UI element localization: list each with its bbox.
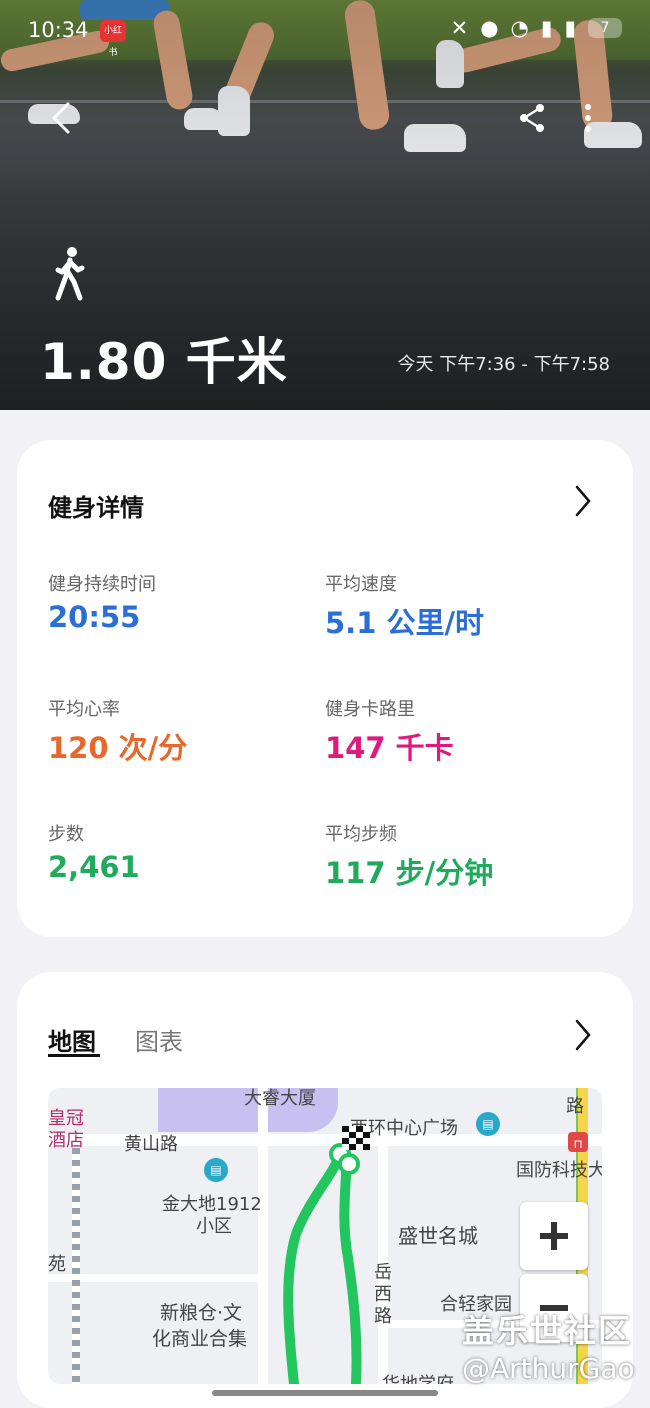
avg-speed-value: 5.1 公里/时 — [325, 606, 485, 640]
back-arrow-icon[interactable] — [48, 100, 78, 136]
status-bar: 10:34 小红书 ✕ ● ◔ ▮ ▮ 7 — [28, 16, 622, 58]
watermark-author: @ArthurGao — [462, 1352, 635, 1385]
wifi-icon: ◔ — [510, 16, 529, 40]
signal-icon: ▮ — [540, 16, 553, 40]
signal-icon-2: ▮ — [564, 16, 576, 40]
duration-label: 健身持续时间 — [48, 574, 156, 595]
status-icons: ✕ ● ◔ ▮ ▮ 7 — [451, 16, 622, 40]
tab-active-indicator — [48, 1054, 100, 1057]
calories-label: 健身卡路里 — [325, 699, 415, 720]
chevron-right-icon[interactable] — [573, 484, 593, 518]
hero-banner: 10:34 小红书 ✕ ● ◔ ▮ ▮ 7 1.80 千米 今天 下午7:36 … — [0, 0, 650, 410]
steps-label: 步数 — [48, 824, 84, 845]
avg-heart-rate-value: 120 次/分 — [48, 731, 188, 765]
avg-cadence-label: 平均步频 — [325, 824, 397, 845]
distance-value: 1.80 千米 — [40, 333, 288, 391]
finish-flag-icon — [342, 1126, 370, 1150]
app-notification-badge: 小红书 — [100, 20, 126, 58]
fitness-details-card[interactable]: 健身详情 健身持续时间 20:55 平均速度 5.1 公里/时 平均心率 120… — [17, 440, 633, 937]
walking-icon — [55, 247, 85, 301]
calories-value: 147 千卡 — [325, 731, 454, 765]
more-options-icon[interactable] — [578, 102, 598, 134]
tab-chart[interactable]: 图表 — [135, 1022, 183, 1057]
home-indicator[interactable] — [212, 1390, 438, 1396]
battery-icon: 7 — [588, 18, 622, 38]
workout-time-range: 今天 下午7:36 - 下午7:58 — [397, 354, 610, 375]
duration-value: 20:55 — [48, 600, 141, 634]
steps-value: 2,461 — [48, 850, 140, 884]
chevron-right-icon[interactable] — [573, 1018, 593, 1052]
avg-cadence-value: 117 步/分钟 — [325, 856, 494, 890]
mute-icon: ✕ — [450, 16, 469, 40]
watermark-community: 盖乐世社区 — [462, 1312, 633, 1350]
zoom-in-button[interactable] — [520, 1202, 588, 1270]
status-time: 10:34 — [28, 18, 89, 42]
avg-speed-label: 平均速度 — [325, 574, 397, 595]
location-icon: ● — [480, 16, 499, 40]
share-icon[interactable] — [518, 102, 548, 134]
tab-map[interactable]: 地图 — [48, 1022, 96, 1057]
plus-icon — [540, 1222, 568, 1250]
card-title: 健身详情 — [48, 494, 144, 522]
avg-heart-rate-label: 平均心率 — [48, 699, 120, 720]
